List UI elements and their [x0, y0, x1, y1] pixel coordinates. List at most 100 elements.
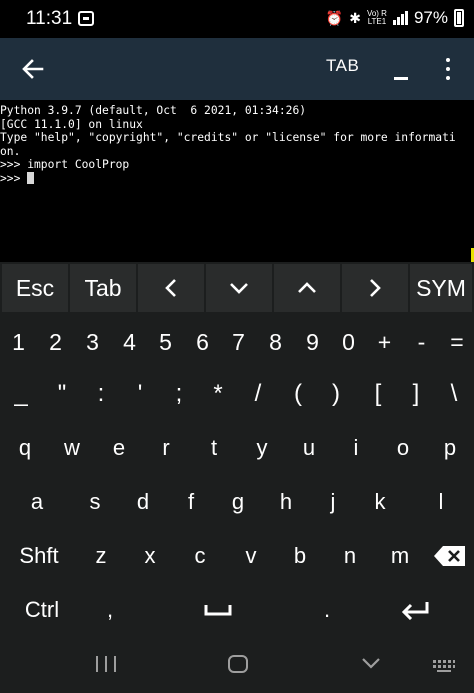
- key-underscore[interactable]: _: [0, 370, 42, 418]
- key-backspace[interactable]: [426, 532, 474, 580]
- key-d[interactable]: d: [120, 478, 166, 526]
- letter-row-1: q w e r t y u i o p: [0, 424, 474, 472]
- key-k[interactable]: k: [357, 478, 403, 526]
- key-n[interactable]: n: [327, 532, 373, 580]
- key-s[interactable]: s: [72, 478, 118, 526]
- key-j[interactable]: j: [310, 478, 356, 526]
- notification-icon: [78, 11, 94, 26]
- key-6[interactable]: 6: [184, 318, 221, 366]
- key-semicolon[interactable]: ;: [160, 370, 198, 418]
- terminal-cursor: [27, 171, 35, 184]
- menu-dot: [446, 67, 450, 71]
- key-plus[interactable]: +: [366, 318, 403, 366]
- key-q[interactable]: q: [2, 424, 48, 472]
- key-a[interactable]: a: [14, 478, 60, 526]
- menu-dot: [446, 76, 450, 80]
- key-comma[interactable]: ,: [82, 586, 138, 634]
- key-y[interactable]: y: [239, 424, 285, 472]
- key-close-paren[interactable]: ): [316, 370, 356, 418]
- key-f[interactable]: f: [168, 478, 214, 526]
- key-r[interactable]: r: [143, 424, 189, 472]
- key-p[interactable]: p: [427, 424, 473, 472]
- network-label: Vo) R LTE1: [367, 10, 387, 26]
- terminal-output[interactable]: Python 3.9.7 (default, Oct 6 2021, 01:34…: [0, 100, 474, 262]
- key-ctrl[interactable]: Ctrl: [2, 586, 82, 634]
- battery-icon: [454, 9, 464, 27]
- prompt-text: >>>: [0, 171, 28, 185]
- key-open-paren[interactable]: (: [278, 370, 318, 418]
- key-8[interactable]: 8: [257, 318, 294, 366]
- key-sym[interactable]: SYM: [410, 264, 472, 312]
- key-4[interactable]: 4: [111, 318, 148, 366]
- chevron-left-icon: [165, 279, 176, 297]
- keyboard-icon: [433, 660, 455, 672]
- key-g[interactable]: g: [215, 478, 261, 526]
- more-options-button[interactable]: [440, 54, 456, 84]
- status-time: 11:31: [26, 8, 73, 29]
- key-b[interactable]: b: [277, 532, 323, 580]
- recent-apps-icon: [96, 656, 98, 672]
- key-l[interactable]: l: [418, 478, 464, 526]
- key-single-quote[interactable]: ': [120, 370, 160, 418]
- home-button[interactable]: [228, 655, 248, 673]
- key-m[interactable]: m: [377, 532, 423, 580]
- app-bar: TAB: [0, 38, 474, 100]
- key-h[interactable]: h: [263, 478, 309, 526]
- key-3[interactable]: 3: [74, 318, 111, 366]
- minimize-button[interactable]: [391, 60, 413, 82]
- key-arrow-up[interactable]: [274, 264, 340, 312]
- system-nav-bar: [0, 636, 474, 693]
- key-w[interactable]: w: [49, 424, 95, 472]
- key-slash[interactable]: /: [238, 370, 278, 418]
- key-shift[interactable]: Shft: [2, 532, 76, 580]
- key-c[interactable]: c: [177, 532, 223, 580]
- nav-back-button[interactable]: [360, 652, 382, 674]
- key-u[interactable]: u: [286, 424, 332, 472]
- terminal-line: >>> import CoolProp: [0, 158, 130, 171]
- key-equals[interactable]: =: [440, 318, 474, 366]
- chevron-up-icon: [298, 282, 316, 293]
- key-x[interactable]: x: [127, 532, 173, 580]
- key-enter[interactable]: [358, 586, 472, 634]
- soft-keyboard: Esc Tab SYM 1 2 3 4 5 6 7 8 9 0 + - = _ …: [0, 262, 474, 636]
- alarm-icon: ⏰: [325, 9, 344, 26]
- enter-icon: [401, 602, 429, 620]
- keyboard-switch-button[interactable]: [432, 658, 456, 672]
- key-i[interactable]: i: [333, 424, 379, 472]
- key-9[interactable]: 9: [294, 318, 331, 366]
- key-space[interactable]: [140, 586, 296, 634]
- key-1[interactable]: 1: [0, 318, 37, 366]
- chevron-down-icon: [362, 658, 380, 669]
- key-tab[interactable]: Tab: [70, 264, 136, 312]
- backspace-icon: [434, 546, 465, 566]
- tab-button[interactable]: TAB: [326, 56, 359, 76]
- key-arrow-down[interactable]: [206, 264, 272, 312]
- key-7[interactable]: 7: [220, 318, 257, 366]
- key-double-quote[interactable]: ": [42, 370, 82, 418]
- key-open-bracket[interactable]: [: [358, 370, 398, 418]
- key-2[interactable]: 2: [37, 318, 74, 366]
- extra-keys-row: Esc Tab SYM: [0, 262, 474, 314]
- key-z[interactable]: z: [78, 532, 124, 580]
- key-colon[interactable]: :: [82, 370, 120, 418]
- key-t[interactable]: t: [191, 424, 237, 472]
- key-close-bracket[interactable]: ]: [396, 370, 436, 418]
- key-arrow-right[interactable]: [342, 264, 408, 312]
- key-5[interactable]: 5: [147, 318, 184, 366]
- key-esc[interactable]: Esc: [2, 264, 68, 312]
- key-e[interactable]: e: [96, 424, 142, 472]
- terminal-line: [GCC 11.1.0] on linux: [0, 117, 143, 131]
- signal-icon: [392, 11, 408, 25]
- key-backslash[interactable]: \: [434, 370, 474, 418]
- back-button[interactable]: [18, 54, 48, 84]
- key-0[interactable]: 0: [330, 318, 367, 366]
- key-period[interactable]: .: [298, 586, 356, 634]
- key-v[interactable]: v: [228, 532, 274, 580]
- key-arrow-left[interactable]: [138, 264, 204, 312]
- key-asterisk[interactable]: *: [198, 370, 238, 418]
- key-o[interactable]: o: [380, 424, 426, 472]
- underscore-icon: [394, 77, 408, 80]
- terminal-prompt[interactable]: >>>: [0, 171, 474, 186]
- recent-apps-button[interactable]: [96, 656, 116, 672]
- key-minus[interactable]: -: [403, 318, 440, 366]
